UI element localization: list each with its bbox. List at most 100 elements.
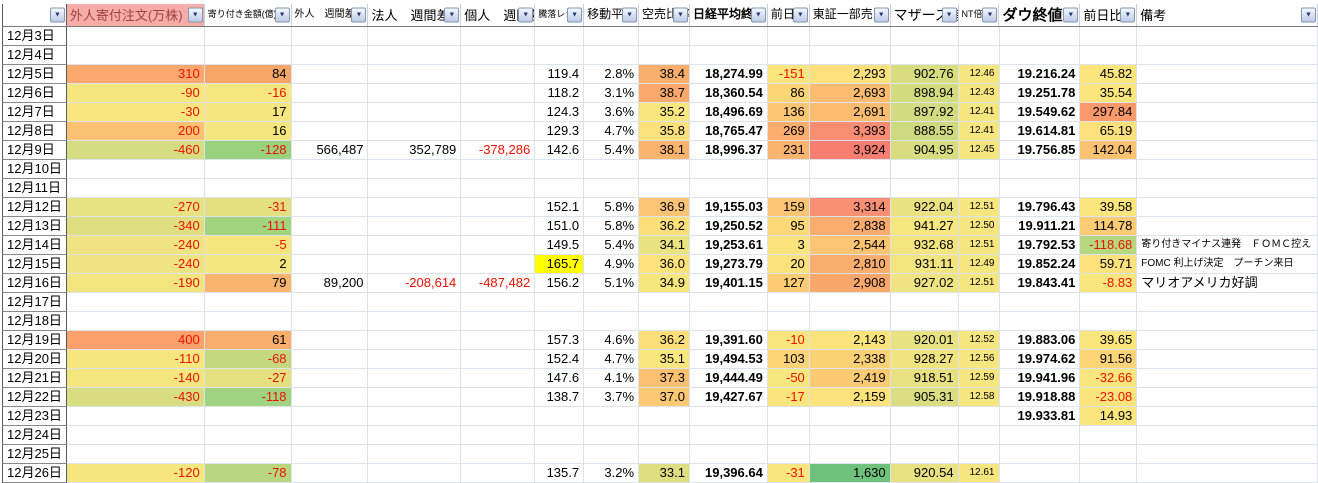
cell-g[interactable]: 156.2	[535, 274, 584, 293]
cell-m[interactable]: 927.02	[891, 274, 959, 293]
cell-b[interactable]: -460	[67, 141, 205, 160]
cell-e[interactable]	[368, 312, 461, 331]
cell-k[interactable]: 95	[768, 217, 810, 236]
cell-o[interactable]: 19.843.41	[1000, 274, 1081, 293]
cell-h[interactable]: 3.7%	[584, 388, 639, 407]
cell-k[interactable]	[768, 179, 810, 198]
cell-m[interactable]: 905.31	[891, 388, 959, 407]
cell-p[interactable]: 114.78	[1080, 217, 1137, 236]
cell-c[interactable]	[205, 293, 292, 312]
cell-b[interactable]	[67, 27, 205, 46]
cell-j[interactable]: 19,494.53	[690, 350, 768, 369]
cell-i[interactable]: 34.9	[639, 274, 690, 293]
date-cell[interactable]: 12月18日	[2, 312, 67, 331]
cell-q[interactable]	[1137, 141, 1318, 160]
cell-m[interactable]: 920.01	[891, 331, 959, 350]
cell-f[interactable]	[461, 426, 535, 445]
cell-c[interactable]: 16	[205, 122, 292, 141]
cell-d[interactable]: 566,487	[292, 141, 369, 160]
cell-d[interactable]	[292, 236, 369, 255]
cell-q[interactable]	[1137, 46, 1318, 65]
cell-m[interactable]: 932.68	[891, 236, 959, 255]
cell-n[interactable]: 12.46	[959, 65, 1000, 84]
cell-b[interactable]: -90	[67, 84, 205, 103]
cell-f[interactable]	[461, 388, 535, 407]
filter-dropdown-icon[interactable]: ▼	[793, 8, 808, 23]
cell-h[interactable]	[584, 426, 639, 445]
cell-d[interactable]	[292, 198, 369, 217]
cell-h[interactable]: 5.8%	[584, 198, 639, 217]
filter-dropdown-icon[interactable]: ▼	[275, 8, 290, 23]
cell-q[interactable]	[1137, 198, 1318, 217]
cell-q[interactable]	[1137, 293, 1318, 312]
cell-k[interactable]	[768, 160, 810, 179]
cell-j[interactable]: 19,253.61	[690, 236, 768, 255]
cell-i[interactable]	[639, 312, 690, 331]
cell-i[interactable]: 34.1	[639, 236, 690, 255]
cell-m[interactable]: 931.11	[891, 255, 959, 274]
cell-h[interactable]	[584, 445, 639, 464]
cell-m[interactable]	[891, 445, 959, 464]
cell-k[interactable]	[768, 312, 810, 331]
cell-j[interactable]	[690, 293, 768, 312]
cell-f[interactable]	[461, 122, 535, 141]
cell-j[interactable]: 19,444.49	[690, 369, 768, 388]
cell-o[interactable]	[1000, 464, 1081, 483]
cell-h[interactable]	[584, 312, 639, 331]
cell-e[interactable]	[368, 65, 461, 84]
cell-f[interactable]	[461, 331, 535, 350]
cell-m[interactable]: 928.27	[891, 350, 959, 369]
cell-o[interactable]	[1000, 179, 1081, 198]
cell-b[interactable]: 200	[67, 122, 205, 141]
cell-i[interactable]	[639, 160, 690, 179]
cell-q[interactable]	[1137, 27, 1318, 46]
cell-b[interactable]	[67, 426, 205, 445]
cell-i[interactable]: 33.1	[639, 464, 690, 483]
cell-i[interactable]: 38.4	[639, 65, 690, 84]
cell-c[interactable]: 2	[205, 255, 292, 274]
cell-l[interactable]: 2,908	[810, 274, 891, 293]
column-header-p[interactable]: 前日比▼	[1080, 4, 1137, 26]
cell-o[interactable]	[1000, 46, 1081, 65]
cell-f[interactable]	[461, 236, 535, 255]
date-cell[interactable]: 12月25日	[2, 445, 67, 464]
cell-h[interactable]: 4.9%	[584, 255, 639, 274]
cell-i[interactable]	[639, 179, 690, 198]
cell-j[interactable]: 19,391.60	[690, 331, 768, 350]
cell-e[interactable]	[368, 236, 461, 255]
cell-j[interactable]: 19,250.52	[690, 217, 768, 236]
cell-d[interactable]	[292, 350, 369, 369]
cell-k[interactable]: -17	[768, 388, 810, 407]
cell-k[interactable]: 269	[768, 122, 810, 141]
cell-e[interactable]	[368, 217, 461, 236]
cell-k[interactable]: -151	[768, 65, 810, 84]
cell-o[interactable]	[1000, 27, 1081, 46]
cell-i[interactable]: 35.8	[639, 122, 690, 141]
cell-n[interactable]: 12.41	[959, 103, 1000, 122]
filter-dropdown-icon[interactable]: ▼	[622, 8, 637, 23]
cell-g[interactable]: 129.3	[535, 122, 584, 141]
cell-f[interactable]	[461, 198, 535, 217]
cell-m[interactable]: 888.55	[891, 122, 959, 141]
cell-p[interactable]	[1080, 160, 1137, 179]
cell-l[interactable]: 2,143	[810, 331, 891, 350]
cell-b[interactable]: -240	[67, 236, 205, 255]
cell-b[interactable]	[67, 179, 205, 198]
cell-b[interactable]	[67, 312, 205, 331]
cell-h[interactable]	[584, 27, 639, 46]
filter-dropdown-icon[interactable]: ▼	[50, 8, 65, 23]
filter-dropdown-icon[interactable]: ▼	[444, 8, 459, 23]
cell-i[interactable]: 38.1	[639, 141, 690, 160]
cell-d[interactable]	[292, 27, 369, 46]
cell-d[interactable]: 89,200	[292, 274, 369, 293]
cell-h[interactable]: 5.4%	[584, 236, 639, 255]
column-header-l[interactable]: 東証一部売買▼	[810, 4, 891, 26]
date-cell[interactable]: 12月22日	[2, 388, 67, 407]
cell-n[interactable]	[959, 160, 1000, 179]
cell-d[interactable]	[292, 46, 369, 65]
column-header-e[interactable]: 法人 週間差▼	[368, 4, 461, 26]
cell-l[interactable]: 2,810	[810, 255, 891, 274]
cell-d[interactable]	[292, 122, 369, 141]
cell-b[interactable]	[67, 46, 205, 65]
cell-d[interactable]	[292, 388, 369, 407]
